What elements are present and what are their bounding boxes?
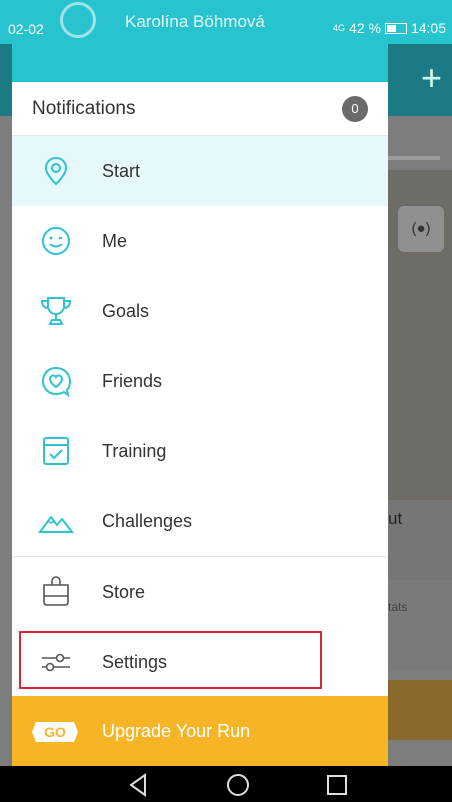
status-time: 14:05 (410, 20, 446, 36)
upgrade-button[interactable]: GO Upgrade Your Run (12, 696, 388, 766)
mountain-icon (38, 515, 74, 533)
menu-item-label: Training (102, 440, 167, 461)
navigation-bar (0, 766, 452, 802)
navigation-drawer: Notifications 0 Start Me Goals Friends T… (12, 44, 388, 766)
app-progress-line (388, 156, 440, 160)
smiley-face-icon (42, 227, 70, 255)
app-card-text: ut (388, 509, 403, 528)
menu-item-store[interactable]: Store (12, 557, 388, 627)
go-badge-icon: GO (32, 722, 78, 742)
app-stats (388, 580, 452, 670)
network-icon: 4G (333, 23, 346, 33)
menu-item-me[interactable]: Me (12, 206, 388, 276)
status-user-name: Karolína Böhmová (125, 12, 265, 31)
notifications-count-badge: 0 (342, 96, 368, 122)
status-time-left: 02-02 (8, 21, 44, 37)
drawer-header (12, 44, 388, 82)
checklist-icon (43, 437, 69, 465)
menu-item-label: Friends (102, 370, 163, 391)
battery-icon (384, 22, 407, 34)
add-icon[interactable]: + (421, 58, 442, 98)
menu-item-start[interactable]: Start (12, 136, 388, 206)
battery-percent: 42 % (349, 20, 381, 36)
status-indicators: 4G 42 % 14:05 (333, 20, 446, 36)
menu-item-goals[interactable]: Goals (12, 276, 388, 346)
back-icon[interactable] (126, 772, 152, 798)
upgrade-label: Upgrade Your Run (102, 720, 251, 741)
location-pin-icon (44, 156, 68, 186)
trophy-icon (40, 297, 72, 325)
recent-apps-icon[interactable] (324, 772, 350, 798)
shopping-bag-icon (43, 576, 69, 606)
go-badge-text: GO (44, 724, 66, 740)
menu-item-challenges[interactable]: Challenges (12, 486, 388, 556)
menu-item-training[interactable]: Training (12, 416, 388, 486)
app-stats-text: tats (388, 600, 408, 614)
avatar-icon (60, 2, 96, 38)
gps-icon[interactable]: (●) (398, 206, 444, 252)
notifications-row[interactable]: Notifications 0 (12, 82, 388, 136)
menu-item-label: Store (102, 581, 146, 602)
heart-chat-icon (41, 366, 72, 397)
menu-item-friends[interactable]: Friends (12, 346, 388, 416)
menu-item-label: Goals (102, 300, 150, 321)
settings-highlight-box (19, 631, 322, 689)
notifications-label: Notifications (32, 97, 136, 119)
home-icon[interactable] (225, 772, 251, 798)
menu-item-label: Challenges (102, 510, 193, 531)
status-bar: 02-02 Karolína Böhmová 4G 42 % 14:05 (0, 0, 452, 44)
menu-item-label: Me (102, 230, 128, 251)
menu-item-label: Start (102, 160, 141, 181)
app-orange-bar (388, 680, 452, 740)
